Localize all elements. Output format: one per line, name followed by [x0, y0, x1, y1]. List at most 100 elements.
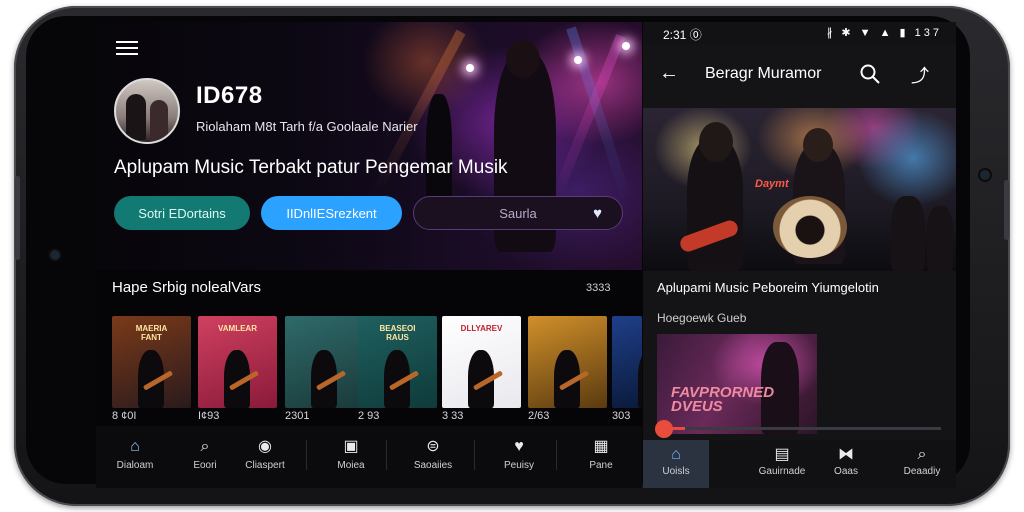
feature-subheading: Hoegoewk Gueb	[657, 311, 747, 325]
collection-icon: ▣	[343, 438, 359, 455]
nav-item-3[interactable]: ▣ Moiea	[316, 436, 386, 471]
album-title: VAMLEAR	[218, 324, 257, 333]
nav-label: Saoaiies	[413, 460, 453, 471]
album-caption: 3 33	[442, 410, 464, 422]
nav-item-2[interactable]: ◉ Cliaspert	[230, 436, 300, 471]
search-icon: ⌕	[917, 446, 927, 463]
status-bar: 2:31 ⓪ ∦ ✱ ▼ ▲ ▮ 137	[643, 22, 956, 44]
album-cover[interactable]: DLLYAREV	[442, 316, 521, 408]
primary-action-label: Sotri EDortains	[138, 205, 226, 221]
share-icon[interactable]: ⤴	[911, 62, 929, 88]
featured-banner[interactable]: Daymt	[643, 108, 956, 271]
hero-banner	[96, 22, 642, 270]
nav-divider	[386, 440, 387, 470]
home-icon: ⌂	[671, 446, 681, 463]
menu-button[interactable]	[116, 38, 138, 58]
heart-icon: ♥	[593, 205, 602, 222]
now-playing-card[interactable]: FAVPRORNED DVEUS	[657, 334, 817, 434]
stage-light	[574, 56, 582, 64]
band-silhouette	[927, 206, 953, 271]
back-arrow-icon[interactable]: ←	[659, 62, 679, 85]
album-title: DLLYAREV	[460, 324, 503, 333]
album-caption: I¢93	[198, 410, 220, 422]
nav-label: Peuisy	[503, 460, 534, 471]
album-cover[interactable]: BEASEOI RAUS	[358, 316, 437, 408]
search-icon[interactable]	[859, 63, 881, 90]
nav-divider	[474, 440, 475, 470]
nav-label: Dialoam	[116, 460, 154, 471]
heart-icon: ♥	[514, 438, 524, 455]
nav-item-0[interactable]: ⌂ Dialoam	[100, 436, 170, 471]
volume-button	[15, 176, 20, 260]
nav-divider	[556, 440, 557, 470]
guitarist-head	[506, 40, 540, 78]
avatar[interactable]	[114, 78, 180, 144]
tagline: Aplupam Music Terbakt patur Pengemar Mus…	[114, 157, 508, 178]
card-title: FAVPRORNED DVEUS	[671, 384, 775, 415]
bottom-nav: ⌂ Dialoam ⌕ Eoori ◉ Cliaspert ▣ Moiea ⊜ Saoaiies ♥…	[96, 426, 642, 488]
album-cover[interactable]: MAERIA FANT	[112, 316, 191, 408]
nav-label: Uoisls	[662, 466, 690, 477]
light-beam	[566, 26, 632, 201]
right-nav-item-2[interactable]: ⧓ Oaas	[813, 444, 879, 477]
nav-label: Pane	[589, 460, 613, 471]
nav-label: Cliaspert	[245, 460, 285, 471]
right-nav-item-3[interactable]: ⌕ Deaadiy	[889, 444, 955, 477]
album-cover[interactable]: VAMLEAR	[198, 316, 277, 408]
bookmark-icon: ⧓	[838, 446, 854, 463]
right-nav-item-0[interactable]: ⌂ Uoisls	[643, 440, 709, 488]
calendar-icon: ▤	[774, 446, 790, 463]
primary-action-button[interactable]: Sotri EDortains	[114, 196, 250, 230]
nav-item-5[interactable]: ♥ Peuisy	[484, 436, 554, 471]
nav-label: Moiea	[337, 460, 365, 471]
front-camera-right	[980, 170, 990, 180]
album-cover[interactable]	[285, 316, 364, 408]
guitarist-head	[803, 128, 833, 162]
nav-label: Deaadiy	[903, 466, 941, 477]
status-time: 2:31 ⓪	[663, 28, 702, 42]
right-nav-item-1[interactable]: ▤ Gauirnade	[749, 444, 815, 477]
progress-bar[interactable]	[657, 427, 941, 430]
section-count[interactable]: 3333	[586, 282, 610, 294]
stage-light	[466, 64, 474, 72]
power-button	[1004, 180, 1009, 240]
drum-label: Daymt	[755, 178, 789, 190]
nav-item-6[interactable]: ▦ Pane	[566, 436, 636, 471]
grid-icon: ▦	[593, 438, 609, 455]
status-icons: ∦ ✱ ▼ ▲ ▮ 137	[826, 27, 942, 39]
album-title: BEASEOI RAUS	[379, 324, 416, 342]
badge-icon: ◉	[258, 438, 272, 455]
right-bottom-nav: ⌂ Uoisls ▤ Gauirnade ⧓ Oaas ⌕ Deaadiy	[643, 440, 956, 488]
secondary-action-button[interactable]: IIDnlIESrezkent	[261, 196, 402, 230]
profile-subtitle: Riolaham M8t Tarh f/a Goolaale Narier	[196, 119, 418, 134]
play-button[interactable]	[655, 420, 673, 438]
nav-label: Oaas	[834, 466, 858, 477]
album-figure	[638, 350, 642, 408]
right-screen: 2:31 ⓪ ∦ ✱ ▼ ▲ ▮ 137 ← Beragr Muramor ⤴ …	[643, 22, 956, 488]
left-screen: ID678 Riolaham M8t Tarh f/a Goolaale Nar…	[96, 22, 642, 488]
album-caption: 2/63	[528, 410, 550, 422]
nav-item-4[interactable]: ⊜ Saoaiies	[398, 436, 468, 471]
guitarist-head	[699, 122, 733, 162]
home-icon: ⌂	[130, 438, 140, 455]
bass-drum	[773, 196, 847, 258]
stage-light	[622, 42, 630, 50]
app-bar-title: Beragr Muramor	[705, 65, 822, 82]
app-bar: ← Beragr Muramor ⤴	[643, 50, 956, 100]
album-cover[interactable]	[528, 316, 607, 408]
album-caption: 2301	[285, 410, 310, 422]
album-title: MAERIA FANT	[135, 324, 168, 342]
section-title: Hape Srbig nolealVars	[112, 279, 261, 296]
favorite-button[interactable]: Saurla ♥	[413, 196, 623, 230]
feature-heading: Aplupami Music Peboreim Yiumgelotin	[657, 280, 879, 295]
album-cover[interactable]	[612, 316, 642, 408]
album-caption: 303	[612, 410, 631, 422]
controller-icon: ⊜	[426, 438, 440, 455]
favorite-label: Saurla	[499, 205, 537, 221]
front-camera-left	[50, 250, 60, 260]
album-caption: 8 ¢0I	[112, 410, 137, 422]
nav-divider	[306, 440, 307, 470]
secondary-action-label: IIDnlIESrezkent	[286, 205, 377, 221]
nav-label: Gauirnade	[758, 466, 806, 477]
profile-id: ID678	[196, 82, 263, 109]
